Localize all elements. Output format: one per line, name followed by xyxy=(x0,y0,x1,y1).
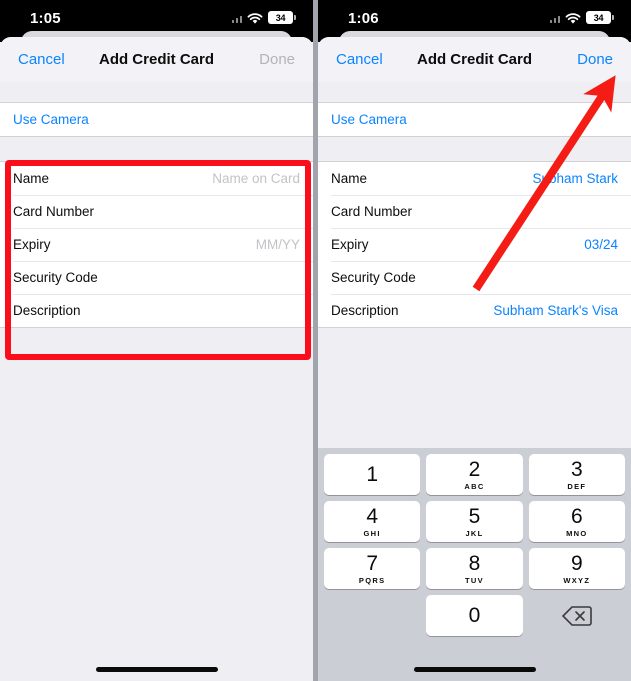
key-digit: 5 xyxy=(468,504,481,528)
field-label-card-number: Card Number xyxy=(13,204,95,219)
field-row-description[interactable]: Description Subham Stark's Visa xyxy=(318,294,631,327)
done-button[interactable]: Done xyxy=(561,51,629,68)
home-indicator[interactable] xyxy=(413,667,536,672)
key-digit: 7 xyxy=(366,551,378,575)
field-value-description: Subham Stark's Visa xyxy=(493,303,618,318)
sheet-navigation-bar: Cancel Add Credit Card Done xyxy=(0,37,313,82)
field-value-name: Subham Stark xyxy=(532,171,618,186)
key-letters: DEF xyxy=(567,481,587,491)
key-digit: 3 xyxy=(570,457,583,481)
screens-divider xyxy=(313,0,318,681)
keyboard-row: 7 PQRS 8 TUV 9 WXYZ xyxy=(321,548,628,589)
credit-card-fields-list: Name Name on Card Card Number Expiry MM/… xyxy=(0,161,313,328)
wifi-icon xyxy=(565,12,581,24)
key-7[interactable]: 7 PQRS xyxy=(324,548,421,589)
key-digit: 4 xyxy=(366,504,378,528)
battery-indicator: 34 xyxy=(586,11,614,24)
phone-screen-empty-form: 1:05 34 Cancel Add Credit Card Done Use … xyxy=(0,0,313,681)
key-letters: JKL xyxy=(465,528,484,538)
field-row-expiry[interactable]: Expiry 03/24 xyxy=(318,228,631,261)
key-letters: GHI xyxy=(363,528,381,538)
use-camera-list: Use Camera xyxy=(318,102,631,137)
field-row-description[interactable]: Description xyxy=(0,294,313,327)
key-digit: 6 xyxy=(570,504,583,528)
key-1[interactable]: 1 xyxy=(324,454,421,495)
key-delete[interactable] xyxy=(529,595,625,636)
cancel-button[interactable]: Cancel xyxy=(320,51,399,68)
key-digit: 2 xyxy=(468,457,481,481)
key-8[interactable]: 8 TUV xyxy=(426,548,523,589)
gap-above-camera-row xyxy=(0,82,313,102)
field-row-security-code[interactable]: Security Code xyxy=(0,261,313,294)
field-label-security-code: Security Code xyxy=(13,270,98,285)
cancel-button[interactable]: Cancel xyxy=(2,51,81,68)
key-letters: PQRS xyxy=(358,575,386,585)
gap-above-fields xyxy=(318,137,631,161)
status-bar-clock: 1:06 xyxy=(348,10,379,27)
key-3[interactable]: 3 DEF xyxy=(528,454,625,495)
done-button[interactable]: Done xyxy=(243,51,311,68)
field-row-expiry[interactable]: Expiry MM/YY xyxy=(0,228,313,261)
status-bar-clock: 1:05 xyxy=(30,10,61,27)
screenshot-canvas: 1:05 34 Cancel Add Credit Card Done Use … xyxy=(0,0,631,681)
gap-above-fields xyxy=(0,137,313,161)
sheet-navigation-bar: Cancel Add Credit Card Done xyxy=(318,37,631,82)
keyboard-row: 1 2 ABC 3 DEF xyxy=(321,454,628,495)
gap-above-camera-row xyxy=(318,82,631,102)
field-row-name[interactable]: Name Subham Stark xyxy=(318,162,631,195)
field-label-expiry: Expiry xyxy=(13,237,51,252)
add-credit-card-sheet: Cancel Add Credit Card Done Use Camera N… xyxy=(0,37,313,681)
field-value-name: Name on Card xyxy=(212,171,300,186)
field-value-expiry: 03/24 xyxy=(584,237,618,252)
field-label-description: Description xyxy=(331,303,399,318)
use-camera-row[interactable]: Use Camera xyxy=(0,103,313,136)
use-camera-list: Use Camera xyxy=(0,102,313,137)
key-letters: ABC xyxy=(464,481,485,491)
field-row-security-code[interactable]: Security Code xyxy=(318,261,631,294)
numeric-keyboard: 1 2 ABC 3 DEF 4 GHI 5 JKL 6 MNO 7 PQRS 8… xyxy=(318,448,631,681)
add-credit-card-sheet: Cancel Add Credit Card Done Use Camera N… xyxy=(318,37,631,681)
status-bar-indicators: 34 xyxy=(231,11,296,24)
key-5[interactable]: 5 JKL xyxy=(426,501,523,542)
key-letters: MNO xyxy=(566,528,588,538)
key-blank-left xyxy=(324,595,420,636)
phone-screen-filled-form: 1:06 34 Cancel Add Credit Card Done Use … xyxy=(318,0,631,681)
keyboard-row: 4 GHI 5 JKL 6 MNO xyxy=(321,501,628,542)
key-0[interactable]: 0 xyxy=(426,595,523,636)
backspace-delete-icon xyxy=(561,605,592,627)
use-camera-label: Use Camera xyxy=(13,112,89,127)
key-letters: TUV xyxy=(465,575,484,585)
field-label-description: Description xyxy=(13,303,81,318)
field-label-name: Name xyxy=(13,171,50,186)
key-6[interactable]: 6 MNO xyxy=(528,501,625,542)
key-digit: 8 xyxy=(468,551,481,575)
field-label-card-number: Card Number xyxy=(331,204,413,219)
key-letters: WXYZ xyxy=(563,575,591,585)
cellular-signal-icon xyxy=(231,13,242,23)
key-digit: 0 xyxy=(468,604,481,627)
field-row-name[interactable]: Name Name on Card xyxy=(0,162,313,195)
field-label-name: Name xyxy=(331,171,368,186)
cellular-signal-icon xyxy=(549,13,560,23)
key-4[interactable]: 4 GHI xyxy=(324,501,421,542)
keyboard-row: 0 xyxy=(321,595,628,636)
field-label-security-code: Security Code xyxy=(331,270,416,285)
field-value-expiry: MM/YY xyxy=(255,237,300,252)
key-digit: 9 xyxy=(570,551,583,575)
status-bar-indicators: 34 xyxy=(549,11,614,24)
field-row-card-number[interactable]: Card Number xyxy=(0,195,313,228)
wifi-icon xyxy=(247,12,263,24)
use-camera-row[interactable]: Use Camera xyxy=(318,103,631,136)
home-indicator[interactable] xyxy=(95,667,218,672)
field-row-card-number[interactable]: Card Number xyxy=(318,195,631,228)
key-9[interactable]: 9 WXYZ xyxy=(528,548,625,589)
use-camera-label: Use Camera xyxy=(331,112,407,127)
key-digit: 1 xyxy=(366,463,378,486)
credit-card-fields-list: Name Subham Stark Card Number Expiry 03/… xyxy=(318,161,631,328)
battery-indicator: 34 xyxy=(268,11,296,24)
field-label-expiry: Expiry xyxy=(331,237,369,252)
key-2[interactable]: 2 ABC xyxy=(426,454,523,495)
